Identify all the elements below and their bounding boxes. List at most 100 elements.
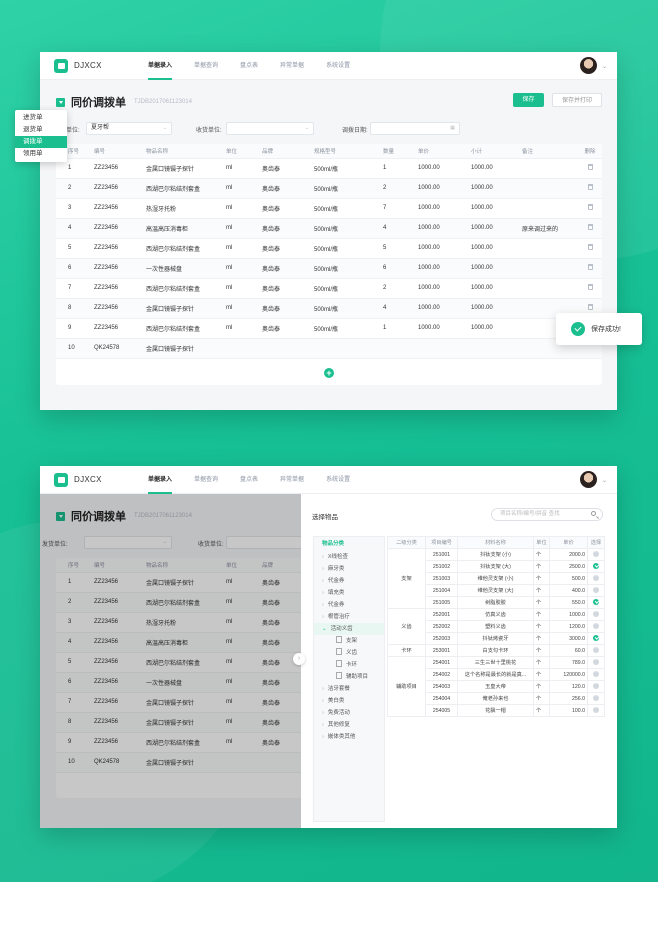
material-cell: 玉皇大帝 [457, 680, 534, 693]
category-tree-item[interactable]: 卡环 [314, 659, 384, 671]
add-circle-icon[interactable] [593, 549, 599, 557]
select-cell [587, 656, 605, 669]
user-avatar[interactable] [580, 471, 597, 488]
table-cell [522, 198, 578, 219]
category-tree-item[interactable]: 代金券 [314, 575, 384, 587]
add-circle-icon[interactable] [593, 573, 599, 581]
material-cell: 个 [533, 584, 550, 597]
nav-item-entry[interactable]: 单据录入 [148, 52, 173, 80]
material-cell: 个 [533, 632, 550, 645]
nav-item-inventory[interactable]: 盘点表 [240, 52, 258, 80]
add-circle-icon[interactable] [593, 585, 599, 593]
from-unit-select[interactable]: 夏牙帮 ⌄ [86, 122, 172, 135]
to-unit-select[interactable]: ⌄ [226, 122, 314, 135]
panel-collapse-chevron-icon[interactable]: › [293, 653, 305, 665]
col-header: 项目编号 [425, 536, 458, 549]
chevron-down-icon: ⌄ [304, 125, 309, 131]
category-tree-item[interactable]: 填充类 [314, 587, 384, 599]
nav-item-exception[interactable]: 异常单据 [280, 52, 304, 80]
trash-icon[interactable] [587, 244, 593, 250]
add-circle-icon[interactable] [593, 681, 599, 689]
add-circle-icon[interactable] [593, 657, 599, 665]
add-circle-icon[interactable] [593, 705, 599, 713]
table-cell: 1000.00 [418, 238, 471, 259]
material-cell: 251003 [425, 572, 458, 585]
table-cell: 7 [383, 198, 418, 219]
table-cell: 西湖巴尔粘结剂套盒 [146, 318, 226, 339]
category-tree-item[interactable]: 麻牙类 [314, 563, 384, 575]
table-cell: 500ml/瓶 [314, 218, 383, 239]
nav-item-settings[interactable]: 系统设置 [326, 466, 350, 494]
add-circle-icon[interactable] [593, 609, 599, 617]
from-unit-label: 单位: [66, 128, 80, 134]
save-print-button[interactable]: 保存并打印 [552, 93, 602, 107]
trash-icon[interactable] [587, 264, 593, 270]
category-tree-item[interactable]: 免费活动 [314, 707, 384, 719]
table-cell: 6 [383, 258, 418, 279]
chevron-down-icon[interactable]: ⌄ [602, 63, 607, 70]
date-input[interactable]: ▦ [370, 122, 460, 135]
table-cell: 奥齿泰 [262, 198, 314, 219]
category-tree-item[interactable]: 其他修复 [314, 719, 384, 731]
category-tree-item[interactable]: 支架 [314, 635, 384, 647]
col-header: 数量 [383, 144, 418, 159]
nav-item-exception[interactable]: 异常单据 [280, 466, 304, 494]
dropdown-item-return[interactable]: 退货单 [15, 124, 67, 136]
category-tree-item[interactable]: 义齿 [314, 647, 384, 659]
delete-cell [578, 198, 602, 219]
add-circle-icon[interactable] [593, 669, 599, 677]
material-cell: 个 [533, 680, 550, 693]
home-logo-icon[interactable] [54, 58, 68, 73]
to-unit-label: 收货单位: [196, 128, 222, 134]
category-tree-item[interactable]: 美白类 [314, 695, 384, 707]
item-search-input[interactable]: 项目名称/编号/拼音 查找 [491, 508, 603, 521]
table-cell: 3 [56, 198, 94, 219]
category-tree-item[interactable]: 辅助项目 [314, 671, 384, 683]
modal-overlay[interactable] [40, 494, 301, 828]
category-tree-item[interactable]: 洁牙套餐 [314, 683, 384, 695]
nav-item-settings[interactable]: 系统设置 [326, 52, 350, 80]
table-cell: 1 [383, 158, 418, 179]
category-tree-item[interactable]: 嵌体类其他 [314, 731, 384, 743]
nav-item-entry[interactable]: 单据录入 [148, 466, 173, 494]
search-icon[interactable] [591, 511, 596, 516]
nav-item-query[interactable]: 单据查询 [194, 466, 218, 494]
doc-type-toggle-icon[interactable] [56, 97, 65, 107]
dropdown-item-purchase[interactable]: 进货单 [15, 112, 67, 124]
dropdown-item-transfer[interactable]: 调拨单 [15, 136, 67, 148]
add-circle-icon[interactable] [593, 693, 599, 701]
table-cell: ml [226, 298, 262, 319]
nav-item-query[interactable]: 单据查询 [194, 52, 218, 80]
category-tree-item[interactable]: 根管治疗 [314, 611, 384, 623]
category-tree-item[interactable]: 代金券 [314, 599, 384, 611]
add-circle-icon[interactable] [593, 645, 599, 653]
category-tree-item[interactable]: 活动义齿 [314, 623, 384, 635]
col-header: 单位 [533, 536, 550, 549]
trash-icon[interactable] [587, 304, 593, 310]
save-button[interactable]: 保存 [513, 93, 544, 107]
nav-item-inventory[interactable]: 盘点表 [240, 466, 258, 494]
trash-icon[interactable] [587, 204, 593, 210]
trash-icon[interactable] [587, 224, 593, 230]
items-table-card: 序号 编号 物品名称 单位 品牌 规格型号 数量 单价 小计 备注 删除 1 ZZ… [56, 144, 602, 385]
add-row-button[interactable]: + [324, 368, 334, 378]
table-cell: 原来调过来的 [522, 218, 578, 239]
table-cell: 1000.00 [471, 298, 522, 319]
trash-icon[interactable] [587, 184, 593, 190]
check-circle-icon[interactable] [593, 562, 599, 569]
chevron-down-icon[interactable]: ⌄ [602, 477, 607, 484]
table-cell: ZZ23456 [94, 278, 146, 299]
trash-icon[interactable] [587, 164, 593, 170]
table-cell: ml [226, 218, 262, 239]
home-logo-icon[interactable] [54, 472, 68, 487]
category-tree-item[interactable]: X线检查 [314, 551, 384, 563]
items-table: 序号 编号 物品名称 单位 品牌 规格型号 数量 单价 小计 备注 删除 1 ZZ… [56, 144, 602, 359]
add-circle-icon[interactable] [593, 621, 599, 629]
check-circle-icon[interactable] [593, 598, 599, 605]
dropdown-item-requisition[interactable]: 领用单 [15, 148, 67, 160]
material-cell: 251001 [425, 548, 458, 561]
table-cell: 500ml/瓶 [314, 258, 383, 279]
user-avatar[interactable] [580, 57, 597, 74]
trash-icon[interactable] [587, 284, 593, 290]
check-circle-icon[interactable] [593, 634, 599, 641]
